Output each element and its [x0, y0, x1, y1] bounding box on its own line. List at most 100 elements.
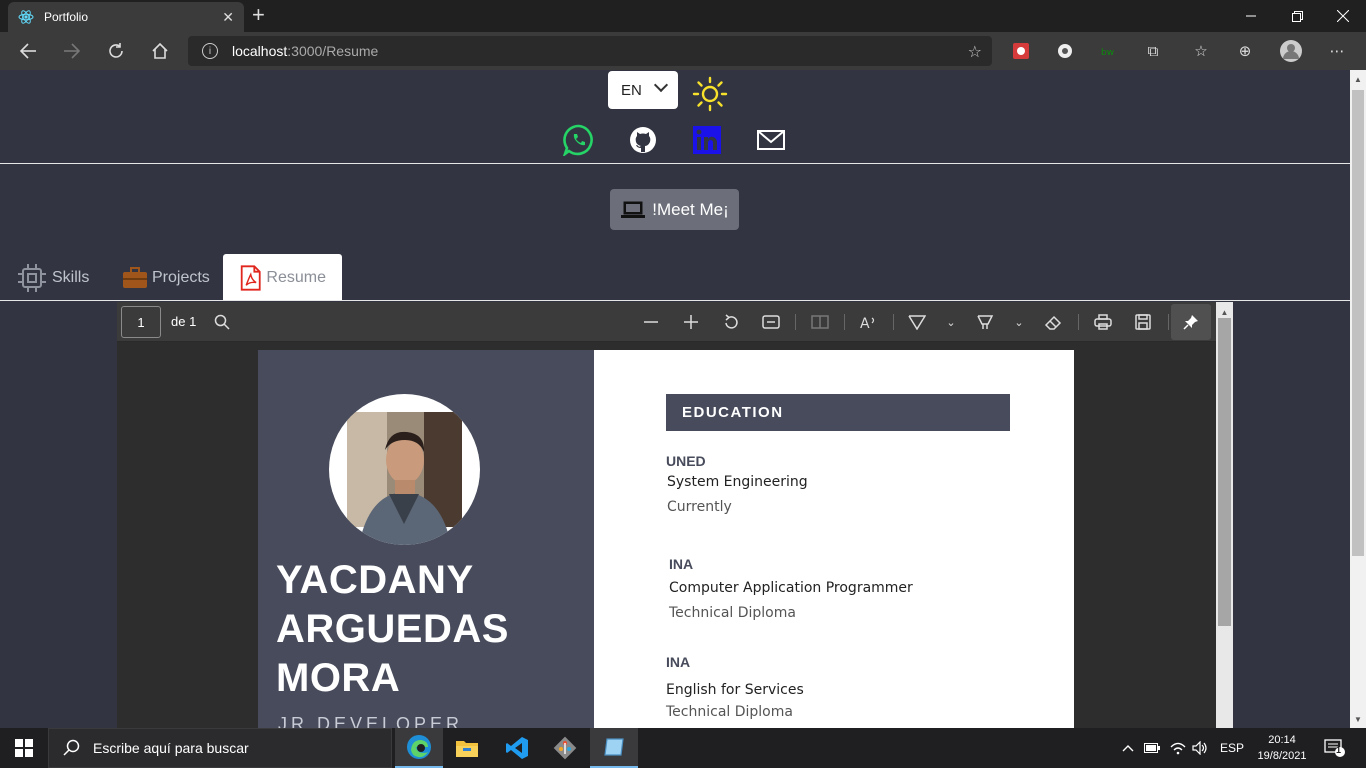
- extension-red-icon[interactable]: [1010, 40, 1032, 62]
- browser-toolbar: i localhost:3000/Resume ☆ bw ⧉ ☆ ⊕ ⋯: [0, 32, 1366, 70]
- git-icon: [553, 736, 577, 760]
- clock-time: 20:14: [1268, 734, 1296, 746]
- meet-me-label: !Meet Me¡: [652, 199, 729, 219]
- portfolio-page: EN !Meet Me¡ Skills Projects Resume 1 de…: [0, 70, 1350, 728]
- meet-me-button[interactable]: !Meet Me¡: [610, 189, 739, 230]
- pin-toolbar-button[interactable]: [1171, 304, 1211, 340]
- pdf-scrollbar-thumb[interactable]: [1218, 318, 1231, 626]
- taskbar-edge[interactable]: [395, 728, 443, 768]
- find-button[interactable]: [210, 310, 234, 334]
- back-button[interactable]: [14, 38, 42, 64]
- volume-icon[interactable]: [1192, 728, 1208, 768]
- pdf-scroll-up-arrow[interactable]: ▲: [1217, 304, 1232, 320]
- start-button[interactable]: [0, 728, 48, 768]
- erase-button[interactable]: [1041, 310, 1065, 334]
- toolbar-separator: [844, 314, 845, 330]
- search-icon: [63, 739, 80, 756]
- linkedin-link[interactable]: [690, 123, 724, 157]
- taskbar-git[interactable]: [541, 728, 589, 768]
- url-host: localhost: [232, 43, 288, 59]
- section-tabs: Skills Projects Resume: [0, 254, 1350, 301]
- page-scrollbar-thumb[interactable]: [1352, 90, 1364, 556]
- print-button[interactable]: [1091, 310, 1115, 334]
- resume-sidebar: YACDANY ARGUEDAS MORA JR DEVELOPER: [258, 350, 594, 728]
- extension-circle-icon[interactable]: [1054, 40, 1076, 62]
- linkedin-icon: [693, 126, 721, 154]
- input-language[interactable]: ESP: [1220, 728, 1244, 768]
- sun-icon[interactable]: [692, 76, 728, 112]
- new-tab-button[interactable]: +: [252, 4, 265, 26]
- education-institution: INA: [666, 654, 691, 670]
- tab-resume[interactable]: Resume: [223, 254, 342, 301]
- save-button[interactable]: [1131, 310, 1155, 334]
- browser-tab[interactable]: Portfolio ✕: [8, 2, 244, 32]
- taskbar: Escribe aquí para buscar ESP 20:14 19/8/…: [0, 728, 1366, 768]
- education-degree: English for Services: [666, 682, 804, 698]
- address-bar[interactable]: i localhost:3000/Resume ☆: [188, 36, 992, 66]
- mail-icon: [757, 130, 785, 150]
- url-path: :3000/Resume: [287, 43, 379, 59]
- profile-avatar-icon[interactable]: [1280, 40, 1302, 62]
- email-link[interactable]: [754, 123, 788, 157]
- language-select[interactable]: EN: [608, 71, 678, 109]
- home-button[interactable]: [146, 38, 174, 64]
- clock[interactable]: 20:14 19/8/2021: [1250, 732, 1314, 764]
- two-page-button[interactable]: [808, 310, 832, 334]
- page-number-input[interactable]: 1: [121, 306, 161, 338]
- extensions-puzzle-icon[interactable]: ⧉: [1142, 40, 1164, 62]
- education-detail: Technical Diploma: [669, 605, 796, 621]
- tray-show-hidden-icon[interactable]: [1122, 728, 1134, 768]
- scroll-down-arrow[interactable]: ▼: [1350, 711, 1366, 727]
- reload-button[interactable]: [102, 38, 130, 64]
- svg-text:bw: bw: [1101, 48, 1114, 58]
- name-line-3: MORA: [276, 656, 401, 700]
- wifi-icon[interactable]: [1170, 728, 1186, 768]
- rotate-button[interactable]: [719, 310, 743, 334]
- zoom-in-button[interactable]: [679, 310, 703, 334]
- minimize-button[interactable]: [1228, 0, 1274, 32]
- extension-green-icon[interactable]: bw: [1098, 40, 1120, 62]
- forward-arrow-icon: [64, 43, 81, 59]
- pdf-viewer: 1 de 1 A ⌄ ⌄ YACDANY ARGUEDAS MORA JR DE…: [117, 302, 1216, 728]
- tab-skills[interactable]: Skills: [0, 254, 105, 301]
- restore-button[interactable]: [1274, 0, 1320, 32]
- draw-button[interactable]: [905, 310, 929, 334]
- resume-role: JR DEVELOPER: [278, 714, 464, 728]
- toolbar-separator: [1168, 314, 1169, 330]
- taskbar-notepad[interactable]: [590, 728, 638, 768]
- draw-icon: [908, 315, 926, 330]
- toolbar-separator: [893, 314, 894, 330]
- favorite-star-icon[interactable]: ☆: [968, 42, 982, 62]
- read-aloud-button[interactable]: A: [857, 310, 881, 334]
- whatsapp-link[interactable]: [562, 123, 596, 157]
- highlighter-icon: [977, 315, 994, 329]
- taskbar-file-explorer[interactable]: [443, 728, 491, 768]
- tab-close-icon[interactable]: ✕: [222, 9, 234, 26]
- draw-options-chevron[interactable]: ⌄: [939, 310, 963, 334]
- notifications-button[interactable]: 1: [1324, 728, 1346, 768]
- highlight-options-chevron[interactable]: ⌄: [1007, 310, 1031, 334]
- education-detail: Technical Diploma: [666, 704, 793, 720]
- forward-button[interactable]: [58, 38, 86, 64]
- site-info-icon[interactable]: i: [202, 43, 218, 59]
- battery-icon[interactable]: [1144, 728, 1160, 768]
- taskbar-search[interactable]: Escribe aquí para buscar: [48, 728, 392, 768]
- github-link[interactable]: [626, 123, 660, 157]
- whatsapp-icon: [563, 124, 593, 156]
- zoom-out-button[interactable]: [639, 310, 663, 334]
- highlight-button[interactable]: [973, 310, 997, 334]
- collections-icon[interactable]: ⊕: [1234, 40, 1256, 62]
- education-institution: INA: [669, 556, 694, 572]
- close-window-button[interactable]: [1320, 0, 1366, 32]
- laptop-icon: [621, 201, 646, 218]
- svg-text:A: A: [860, 316, 870, 330]
- favorites-icon[interactable]: ☆: [1190, 40, 1212, 62]
- tab-skills-label: Skills: [52, 268, 90, 286]
- edge-icon: [407, 735, 431, 759]
- more-menu-icon[interactable]: ⋯: [1326, 40, 1348, 62]
- fit-page-button[interactable]: [759, 310, 783, 334]
- taskbar-vscode[interactable]: [493, 728, 541, 768]
- back-arrow-icon: [19, 43, 36, 59]
- tab-projects[interactable]: Projects: [106, 254, 226, 301]
- scroll-up-arrow[interactable]: ▲: [1350, 71, 1366, 87]
